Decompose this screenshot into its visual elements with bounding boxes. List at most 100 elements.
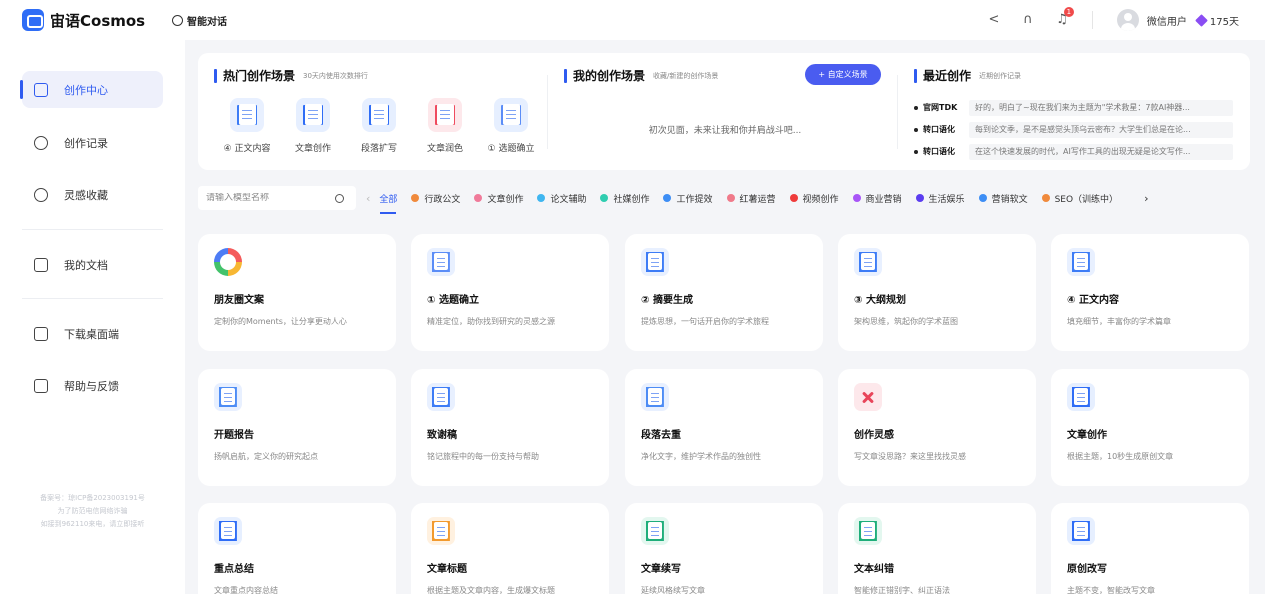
scene-card[interactable]: 开题报告 扬帆启航，定义你的研究起点	[198, 369, 396, 486]
sidebar-item-label: 创作中心	[64, 83, 108, 97]
hot-scene-label: ④ 正文内容	[223, 144, 271, 154]
chat-bubble-icon	[427, 383, 455, 411]
category-tab[interactable]: 社媒创作	[600, 186, 649, 210]
scene-card[interactable]: 重点总结文章重点内容总结	[198, 503, 396, 594]
hot-scene-item[interactable]: 段落扩写	[346, 98, 412, 154]
scene-card[interactable]: ② 摘要生成 提炼思想，一句话开启你的学术旅程	[625, 234, 823, 351]
hot-scene-item[interactable]: ④ 正文内容	[214, 98, 280, 154]
scene-card[interactable]: 段落去重 净化文字，维护学术作品的独创性	[625, 369, 823, 486]
category-dot-icon	[852, 194, 861, 202]
magnifier-icon	[362, 98, 396, 132]
scene-card-desc: 延续风格续写文章	[641, 586, 705, 594]
category-tab[interactable]: 工作提效	[663, 186, 713, 210]
scene-card[interactable]: ④ 正文内容 填充细节，丰富你的学术篇章	[1051, 234, 1249, 351]
scene-card-desc: 扬帆启航，定义你的研究起点	[214, 452, 318, 461]
scene-card-title: 致谢稿	[427, 430, 457, 441]
scene-card[interactable]: ① 选题确立 精准定位，助你找到研究的灵感之源	[411, 234, 609, 351]
hot-scene-label: 文章润色	[426, 144, 463, 154]
my-scenes-header: 我的创作场景 收藏/新建的创作场景	[564, 67, 718, 84]
scene-card[interactable]: 文本纠错 智能修正错别字、纠正语法	[838, 503, 1036, 594]
scene-card-title: 文章续写	[641, 564, 681, 575]
sidebar-item-inspiration[interactable]: 灵感收藏	[22, 176, 163, 213]
custom-scene-button[interactable]: + 自定义场景	[805, 64, 881, 85]
headset-icon[interactable]: ∩	[1020, 12, 1036, 28]
category-tab[interactable]: 全部	[379, 186, 397, 214]
scene-card-desc: 文章重点内容总结	[214, 586, 278, 594]
category-dot-icon	[411, 194, 420, 202]
category-tab[interactable]: 论文辅助	[537, 186, 586, 210]
vip-badge[interactable]: 175天	[1195, 13, 1239, 28]
scene-card[interactable]: 文章标题 根据主题及文章内容，生成爆文标题	[411, 503, 609, 594]
avatar[interactable]	[1116, 9, 1139, 31]
scene-card-title: 重点总结	[214, 564, 254, 575]
bullet-icon	[914, 105, 918, 110]
scene-card-desc: 净化文字，维护学术作品的独创性	[641, 452, 761, 461]
scene-card-title: ① 选题确立	[427, 295, 479, 306]
scene-card[interactable]: 文章创作 根据主题，10秒生成原创文章	[1051, 369, 1249, 486]
category-tab[interactable]: 生活娱乐	[915, 186, 965, 210]
sidebar-item-creation-records[interactable]: 创作记录	[22, 124, 163, 161]
recent-item-tag: 转口语化	[923, 125, 955, 134]
sidebar-item-creation-center[interactable]: 创作中心	[20, 71, 163, 108]
notification-badge: 1	[1063, 7, 1074, 17]
top-bar: 宙语Cosmos 智能对话 < ∩ ♫ 1 微信用户 175天	[0, 0, 1265, 40]
scene-card[interactable]: 创作灵感 写文章没思路？来这里找找灵感	[838, 369, 1036, 486]
model-search-input[interactable]	[206, 193, 331, 203]
footer-line: 如接到962110来电，请立即接听	[40, 520, 145, 528]
lightbulb-icon	[34, 187, 48, 202]
scene-card-desc: 写文章没思路？来这里找找灵感	[854, 452, 966, 461]
search-icon[interactable]	[335, 193, 344, 203]
chevron-left-icon[interactable]: ‹	[366, 192, 370, 205]
category-tab[interactable]: SEO（训练中）	[1041, 186, 1118, 210]
scene-card[interactable]: 致谢稿铭记旅程中的每一份支持与帮助	[411, 369, 609, 486]
share-icon[interactable]: <	[986, 12, 1002, 28]
notebook-icon	[1067, 383, 1095, 411]
scene-card-title: 原创改写	[1067, 564, 1107, 575]
category-tab[interactable]: 视频创作	[789, 186, 839, 210]
hot-scenes-title: 热门创作场景	[223, 69, 296, 83]
category-dot-icon	[537, 194, 546, 202]
category-tab[interactable]: 文章创作	[474, 186, 523, 210]
sidebar-item-my-documents[interactable]: 我的文档	[22, 246, 163, 283]
sidebar-item-download-desktop[interactable]: 下载桌面端	[22, 315, 163, 352]
category-tab[interactable]: 营销软文	[978, 186, 1028, 210]
category-dot-icon	[789, 194, 798, 202]
recent-item[interactable]: 转口语化 每到论文季，是不是感觉头顶乌云密布？大学生们总是在论...	[914, 119, 1234, 140]
user-name[interactable]: 微信用户	[1147, 13, 1187, 28]
scene-card[interactable]: ③ 大纲规划 架构思维，筑起你的学术蓝图	[838, 234, 1036, 351]
category-tab[interactable]: 商业营销	[852, 186, 902, 210]
document-icon	[1067, 248, 1095, 276]
smart-chat-tab[interactable]: 智能对话	[172, 13, 227, 28]
divider	[22, 298, 163, 299]
divider	[897, 75, 898, 149]
scene-card-desc: 架构思维，筑起你的学术蓝图	[854, 317, 958, 326]
scene-card[interactable]: 文章续写延续风格续写文章	[625, 503, 823, 594]
recent-item[interactable]: 转口语化 在这个快速发展的时代，AI写作工具的出现无疑是论文写作...	[914, 141, 1234, 162]
sidebar-item-label: 帮助与反馈	[64, 379, 119, 393]
bell-icon[interactable]: ♫ 1	[1054, 7, 1074, 28]
scenes-panel: 热门创作场景 30天内使用次数排行 ④ 正文内容 文章创作 段落扩写 文章润色 ① 选题…	[198, 53, 1250, 170]
scene-card-desc: 根据主题，10秒生成原创文章	[1067, 452, 1174, 461]
category-tab[interactable]: 行政公文	[411, 186, 460, 210]
hot-scene-label: 段落扩写	[360, 144, 397, 154]
recent-item[interactable]: 官网TDK 好的，明白了~现在我们来为主题为"学术救星：7款AI神器...	[914, 97, 1234, 118]
scene-card[interactable]: 朋友圈文案 定制你的Moments，让分享更动人心	[198, 234, 396, 351]
scene-card-title: 朋友圈文案	[214, 295, 264, 306]
category-label: 红薯运营	[739, 194, 776, 205]
app-logo[interactable]: 宙语Cosmos	[22, 9, 172, 31]
bullet-icon	[914, 127, 918, 132]
hot-scene-item[interactable]: 文章润色	[412, 98, 478, 154]
chevron-right-icon[interactable]: ›	[1144, 192, 1148, 205]
scene-card-title: 文本纠错	[854, 564, 894, 575]
category-tab[interactable]: 红薯运营	[726, 186, 776, 210]
category-label: 生活娱乐	[928, 194, 965, 205]
hot-scene-item[interactable]: ① 选题确立	[478, 98, 544, 154]
cloud-icon	[34, 135, 48, 150]
category-label: 营销软文	[991, 194, 1028, 205]
category-label: 论文辅助	[550, 194, 587, 205]
hot-scene-item[interactable]: 文章创作	[280, 98, 346, 154]
scene-card-title: ④ 正文内容	[1067, 295, 1119, 306]
sidebar-item-help-feedback[interactable]: 帮助与反馈	[22, 367, 163, 404]
scene-card[interactable]: 原创改写 主题不变，智能改写文章	[1051, 503, 1249, 594]
scene-card-desc: 铭记旅程中的每一份支持与帮助	[427, 452, 539, 461]
